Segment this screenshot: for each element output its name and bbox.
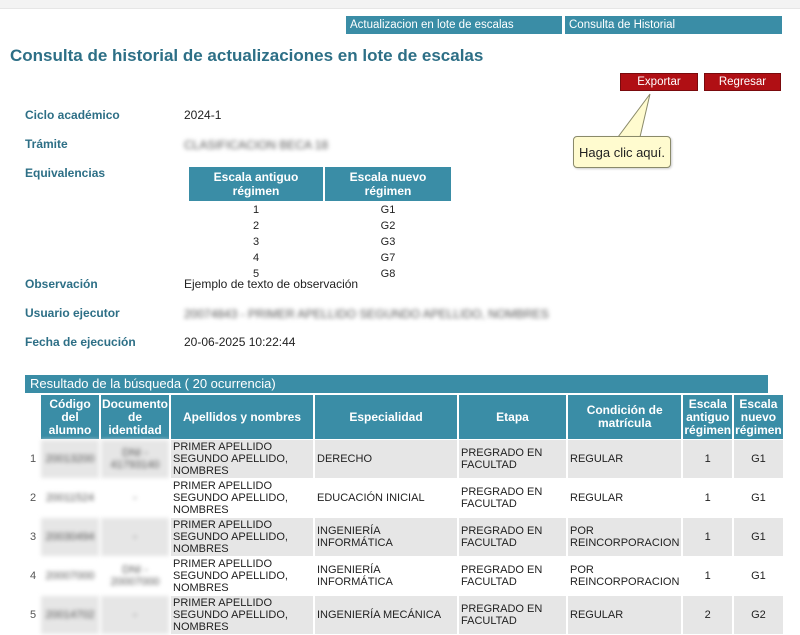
cell-condicion: REGULAR bbox=[570, 492, 624, 504]
cell-etapa: PREGRADO EN FACULTAD bbox=[459, 596, 566, 634]
col-condicion: Condición de matrícula bbox=[568, 395, 682, 439]
cell-especialidad: INGENIERÍA INFORMÁTICA bbox=[315, 518, 457, 556]
cell-etapa: PREGRADO EN FACULTAD bbox=[461, 564, 543, 588]
cell-escala-nuevo: G2 bbox=[734, 596, 783, 634]
cell-escala-antiguo: 1 bbox=[704, 570, 711, 582]
table-row: 2 20011524 - PRIMER APELLIDO SEGUNDO APE… bbox=[27, 479, 783, 517]
value-tramite: CLASIFICACION BECA 18 bbox=[184, 138, 329, 152]
label-ciclo: Ciclo académico bbox=[25, 108, 120, 122]
cell-documento: - bbox=[133, 492, 137, 504]
cell-documento: DNI - 41793140 bbox=[101, 440, 169, 478]
col-index bbox=[27, 395, 39, 439]
cell-condicion: POR REINCORPORACION bbox=[568, 518, 682, 556]
cell-escala-nuevo: G1 bbox=[751, 492, 766, 504]
eq-cell: G2 bbox=[380, 220, 396, 232]
back-button[interactable]: Regresar bbox=[704, 73, 781, 91]
cell-documento: - bbox=[101, 596, 169, 634]
equivalencias-table: Escala antiguo régimen Escala nuevo régi… bbox=[187, 165, 453, 283]
eq-cell: 4 bbox=[252, 252, 260, 264]
col-especialidad: Especialidad bbox=[315, 395, 457, 439]
eq-header-nuevo: Escala nuevo régimen bbox=[325, 167, 451, 201]
eq-row: 1 G1 bbox=[189, 203, 451, 217]
row-index: 4 bbox=[27, 557, 39, 595]
cell-escala-antiguo: 1 bbox=[683, 440, 733, 478]
eq-cell: 2 bbox=[252, 220, 260, 232]
table-row: 1 20013200 DNI - 41793140 PRIMER APELLID… bbox=[27, 440, 783, 478]
cell-etapa: PREGRADO EN FACULTAD bbox=[461, 486, 543, 510]
cell-especialidad: INGENIERÍA INFORMÁTICA bbox=[317, 564, 393, 588]
label-observacion: Observación bbox=[25, 277, 98, 291]
eq-row: 4 G7 bbox=[189, 251, 451, 265]
cell-escala-antiguo: 1 bbox=[683, 518, 733, 556]
cell-especialidad: EDUCACIÓN INICIAL bbox=[317, 492, 425, 504]
table-row: 3 20030494 - PRIMER APELLIDO SEGUNDO APE… bbox=[27, 518, 783, 556]
col-escala-antiguo: Escala antiguo régimen bbox=[683, 395, 733, 439]
tab-actualizacion-lote[interactable]: Actualizacion en lote de escalas bbox=[346, 16, 562, 34]
eq-header-antiguo: Escala antiguo régimen bbox=[189, 167, 323, 201]
export-button[interactable]: Exportar bbox=[620, 73, 698, 91]
eq-row: 3 G3 bbox=[189, 235, 451, 249]
cell-condicion: REGULAR bbox=[568, 596, 682, 634]
cell-apellidos: PRIMER APELLIDO SEGUNDO APELLIDO, NOMBRE… bbox=[171, 518, 313, 556]
cell-especialidad: DERECHO bbox=[315, 440, 457, 478]
label-usuario: Usuario ejecutor bbox=[25, 306, 120, 320]
row-index: 2 bbox=[27, 479, 39, 517]
page-title: Consulta de historial de actualizaciones… bbox=[10, 46, 484, 65]
row-index: 5 bbox=[27, 596, 39, 634]
col-documento: Documento de identidad bbox=[101, 395, 169, 439]
cell-codigo: 20014702 bbox=[41, 596, 99, 634]
label-fecha: Fecha de ejecución bbox=[25, 335, 136, 349]
eq-cell: G1 bbox=[380, 204, 396, 216]
cell-apellidos: PRIMER APELLIDO SEGUNDO APELLIDO, NOMBRE… bbox=[173, 558, 288, 594]
cell-apellidos: PRIMER APELLIDO SEGUNDO APELLIDO, NOMBRE… bbox=[173, 480, 288, 516]
cell-especialidad: INGENIERÍA MECÁNICA bbox=[315, 596, 457, 634]
cell-escala-antiguo: 2 bbox=[683, 596, 733, 634]
cell-escala-antiguo: 1 bbox=[704, 492, 711, 504]
value-ciclo: 2024-1 bbox=[184, 108, 222, 122]
cell-documento: DNI - 20007000 bbox=[110, 564, 160, 588]
eq-cell: 3 bbox=[252, 236, 260, 248]
value-observacion: Ejemplo de texto de observación bbox=[184, 277, 359, 291]
eq-cell: 1 bbox=[252, 204, 260, 216]
cell-escala-nuevo: G1 bbox=[734, 440, 783, 478]
cell-apellidos: PRIMER APELLIDO SEGUNDO APELLIDO, NOMBRE… bbox=[171, 596, 313, 634]
top-strip bbox=[0, 0, 800, 9]
col-etapa: Etapa bbox=[459, 395, 566, 439]
results-header: Resultado de la búsqueda ( 20 ocurrencia… bbox=[25, 375, 768, 393]
tooltip-pointer bbox=[617, 93, 651, 138]
cell-condicion: POR REINCORPORACION bbox=[570, 564, 680, 588]
cell-etapa: PREGRADO EN FACULTAD bbox=[459, 440, 566, 478]
label-equivalencias: Equivalencias bbox=[25, 166, 106, 180]
cell-escala-nuevo: G1 bbox=[734, 518, 783, 556]
cell-codigo: 20013200 bbox=[41, 440, 99, 478]
cell-codigo: 20011524 bbox=[45, 492, 95, 504]
label-tramite: Trámite bbox=[25, 137, 68, 151]
col-escala-nuevo: Escala nuevo régimen bbox=[734, 395, 783, 439]
col-apellidos: Apellidos y nombres bbox=[171, 395, 313, 439]
eq-row: 2 G2 bbox=[189, 219, 451, 233]
results-table: Código del alumno Documento de identidad… bbox=[25, 394, 785, 635]
tooltip: Haga clic aquí. bbox=[573, 136, 671, 168]
eq-cell: G3 bbox=[380, 236, 396, 248]
cell-codigo: 20030494 bbox=[41, 518, 99, 556]
row-index: 3 bbox=[27, 518, 39, 556]
cell-etapa: PREGRADO EN FACULTAD bbox=[459, 518, 566, 556]
value-usuario: 20074843 - PRIMER APELLIDO SEGUNDO APELL… bbox=[184, 307, 549, 321]
cell-escala-nuevo: G1 bbox=[751, 570, 766, 582]
cell-documento: - bbox=[101, 518, 169, 556]
cell-condicion: REGULAR bbox=[568, 440, 682, 478]
value-fecha: 20-06-2025 10:22:44 bbox=[184, 335, 296, 349]
tab-consulta-historial[interactable]: Consulta de Historial bbox=[565, 16, 782, 34]
table-row: 5 20014702 - PRIMER APELLIDO SEGUNDO APE… bbox=[27, 596, 783, 634]
col-codigo: Código del alumno bbox=[41, 395, 99, 439]
row-index: 1 bbox=[27, 440, 39, 478]
cell-codigo: 20007000 bbox=[45, 570, 95, 582]
eq-cell: G7 bbox=[380, 252, 396, 264]
table-row: 4 20007000 DNI - 20007000 PRIMER APELLID… bbox=[27, 557, 783, 595]
cell-apellidos: PRIMER APELLIDO SEGUNDO APELLIDO, NOMBRE… bbox=[171, 440, 313, 478]
